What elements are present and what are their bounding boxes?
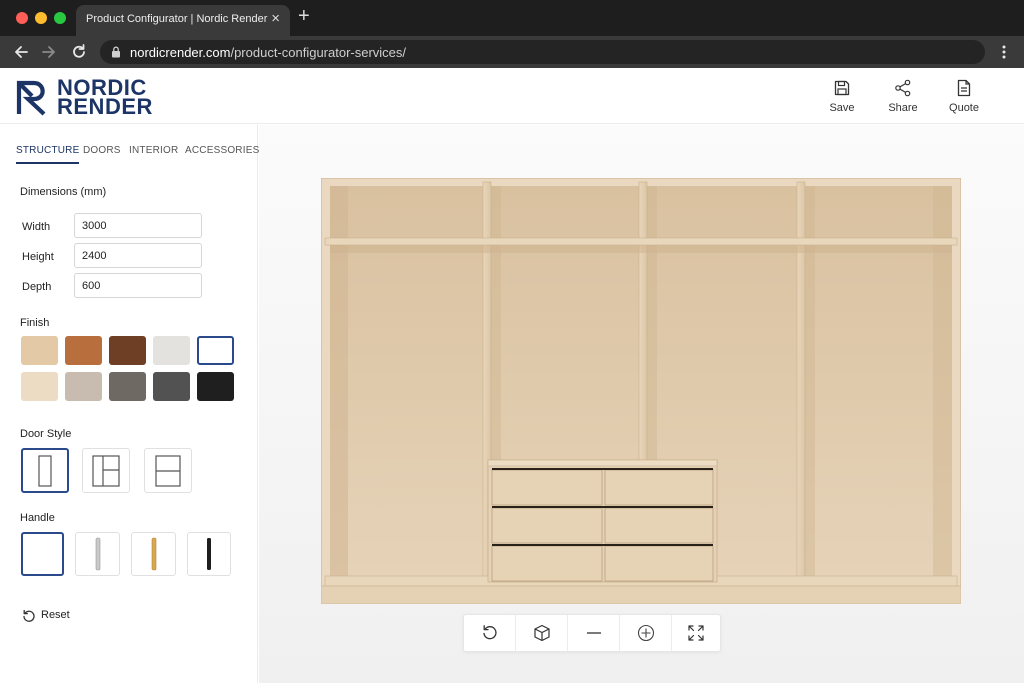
tab-accessories[interactable]: ACCESSORIES	[185, 145, 259, 156]
drawer-front	[491, 545, 603, 582]
share-icon	[895, 79, 911, 97]
browser-menu-icon[interactable]	[995, 42, 1013, 62]
maximize-window-button[interactable]	[54, 12, 66, 24]
brass-bar-handle-icon	[151, 537, 156, 571]
share-button[interactable]: Share	[878, 79, 928, 114]
fullscreen-icon	[688, 625, 704, 641]
configuration-panel: STRUCTURE DOORS INTERIOR ACCESSORIES Dim…	[0, 125, 259, 683]
finish-swatch-birch[interactable]	[21, 372, 58, 401]
chrome-bar-handle-icon	[95, 537, 100, 571]
single-panel-icon	[38, 454, 52, 487]
door-style-single[interactable]	[21, 448, 69, 493]
finish-swatch-walnut[interactable]	[109, 336, 146, 365]
reset-label: Reset	[41, 609, 70, 621]
drawer-front	[604, 507, 714, 544]
handle-option-black[interactable]	[187, 532, 231, 576]
product-viewport[interactable]	[259, 125, 1024, 683]
finish-swatch-greige[interactable]	[65, 372, 102, 401]
finish-swatch-white[interactable]	[197, 336, 234, 365]
dimensions-title: Dimensions (mm)	[20, 186, 107, 198]
width-input[interactable]	[74, 213, 202, 238]
new-tab-icon[interactable]: +	[298, 5, 310, 28]
height-label: Height	[22, 251, 54, 263]
handle-option-chrome[interactable]	[75, 532, 120, 576]
browser-toolbar: nordicrender.com/product-configurator-se…	[0, 36, 1024, 68]
lock-icon	[112, 46, 120, 58]
logo-wordmark[interactable]: NORDIC RENDER	[57, 77, 153, 119]
black-bar-handle-icon	[207, 538, 211, 570]
door-style-horizontal[interactable]	[144, 448, 192, 493]
handle-option-brass[interactable]	[131, 532, 176, 576]
app-header: NORDIC RENDER Save Share Quote	[0, 68, 1024, 124]
width-label: Width	[22, 221, 51, 233]
finish-swatch-light-grey[interactable]	[153, 336, 190, 365]
depth-label: Depth	[22, 281, 52, 293]
url-host: nordicrender.com	[130, 45, 231, 60]
save-button[interactable]: Save	[817, 79, 867, 114]
drawer-unit	[487, 459, 718, 583]
logo-line-2: RENDER	[57, 94, 153, 119]
tab-structure[interactable]: STRUCTURE	[16, 145, 80, 164]
share-label: Share	[888, 102, 918, 114]
browser-tab-bar: Product Configurator | Nordic Render × +	[0, 0, 1024, 36]
fullscreen-button[interactable]	[672, 615, 720, 651]
finish-swatch-light-oak[interactable]	[21, 336, 58, 365]
document-icon	[957, 79, 971, 97]
forward-icon[interactable]	[40, 42, 58, 62]
height-input[interactable]	[74, 243, 202, 268]
url-text: nordicrender.com/product-configurator-se…	[130, 45, 406, 60]
tab-doors[interactable]: DOORS	[83, 145, 121, 156]
drawer-front	[604, 469, 714, 506]
door-style-split[interactable]	[82, 448, 130, 493]
zoom-out-button[interactable]	[568, 615, 620, 651]
address-bar[interactable]: nordicrender.com/product-configurator-se…	[100, 40, 985, 64]
nordic-render-logo-icon	[16, 80, 46, 116]
zoom-in-icon	[637, 624, 655, 642]
horizontal-split-icon	[155, 454, 181, 487]
tab-interior[interactable]: INTERIOR	[129, 145, 178, 156]
drawer-front	[604, 545, 714, 582]
handle-title: Handle	[20, 512, 55, 524]
quote-label: Quote	[949, 102, 979, 114]
finish-swatch-graphite[interactable]	[153, 372, 190, 401]
rotate-button[interactable]	[464, 615, 516, 651]
handle-option-none[interactable]	[21, 532, 64, 576]
drawer-front	[491, 507, 603, 544]
minimize-window-button[interactable]	[35, 12, 47, 24]
wardrobe-render	[321, 178, 961, 604]
split-panel-icon	[92, 454, 120, 487]
depth-input[interactable]	[74, 273, 202, 298]
cube-icon	[534, 624, 550, 642]
finish-swatch-taupe[interactable]	[109, 372, 146, 401]
back-icon[interactable]	[12, 42, 30, 62]
door-style-title: Door Style	[20, 428, 72, 440]
tab-title: Product Configurator | Nordic Render	[86, 13, 268, 25]
close-window-button[interactable]	[16, 12, 28, 24]
finish-title: Finish	[20, 317, 50, 329]
drawer-front	[491, 469, 603, 506]
finish-swatch-cherry[interactable]	[65, 336, 102, 365]
url-path: /product-configurator-services/	[230, 45, 407, 60]
3d-view-button[interactable]	[516, 615, 568, 651]
save-icon	[834, 80, 850, 96]
tab-close-icon[interactable]: ×	[271, 10, 280, 27]
rotate-icon	[483, 625, 497, 640]
zoom-in-button[interactable]	[620, 615, 672, 651]
browser-tab[interactable]: Product Configurator | Nordic Render ×	[76, 5, 290, 36]
save-label: Save	[829, 102, 855, 114]
reset-icon	[23, 609, 35, 622]
reload-icon[interactable]	[70, 42, 88, 62]
finish-swatch-black[interactable]	[197, 372, 234, 401]
quote-button[interactable]: Quote	[939, 79, 989, 114]
zoom-out-icon	[587, 632, 601, 634]
viewer-toolbar	[463, 614, 721, 652]
